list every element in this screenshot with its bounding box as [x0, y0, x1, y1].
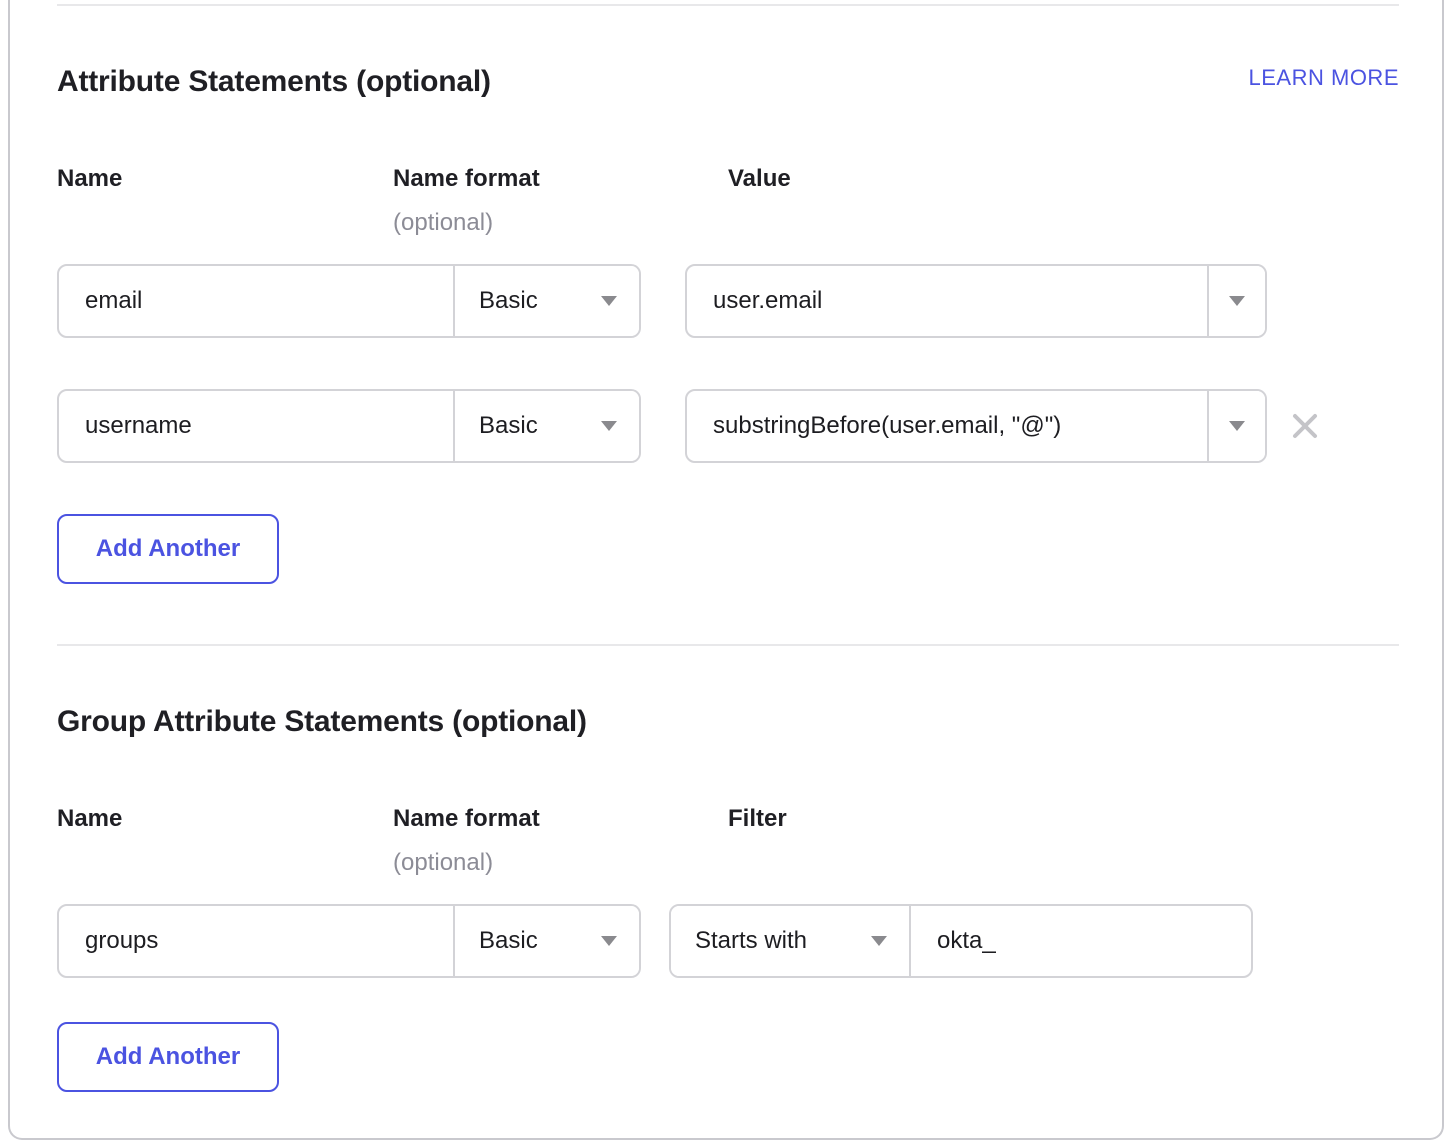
chevron-down-icon	[601, 296, 617, 306]
name-format-select[interactable]: Basic	[455, 906, 639, 976]
column-name-label: Name	[57, 804, 393, 834]
attribute-columns: Name Name format Value (optional)	[57, 164, 1399, 238]
chevron-down-icon	[1229, 421, 1245, 431]
attribute-statements-header: Attribute Statements (optional) LEARN MO…	[57, 62, 1399, 102]
group-filter-group: Starts with	[669, 904, 1253, 978]
filter-type-select[interactable]: Starts with	[671, 906, 911, 976]
group-attribute-columns: Name Name format Filter (optional)	[57, 804, 1399, 878]
value-expression-dropdown[interactable]	[1209, 391, 1265, 461]
column-filter-label: Filter	[728, 804, 1399, 834]
close-icon	[1290, 411, 1320, 441]
attribute-row: Basic	[57, 264, 1399, 338]
value-expression-dropdown[interactable]	[1209, 266, 1265, 336]
name-format-selected-value: Basic	[479, 287, 538, 315]
chevron-down-icon	[601, 936, 617, 946]
name-format-optional-note: (optional)	[393, 848, 728, 878]
column-name-label: Name	[57, 164, 393, 194]
group-name-group: Basic	[57, 904, 641, 978]
group-attribute-row: Basic Starts with	[57, 904, 1399, 978]
name-format-selected-value: Basic	[479, 412, 538, 440]
name-format-selected-value: Basic	[479, 927, 538, 955]
name-format-optional-note: (optional)	[393, 208, 728, 238]
column-name-format-label: Name format	[393, 164, 728, 194]
saml-settings-card: Attribute Statements (optional) LEARN MO…	[8, 0, 1444, 1140]
attribute-name-input[interactable]	[59, 391, 455, 461]
section-divider-top	[57, 4, 1399, 6]
section-divider-middle	[57, 644, 1399, 646]
add-another-attribute-button[interactable]: Add Another	[57, 514, 279, 584]
attribute-row: Basic	[57, 389, 1399, 463]
attribute-value-group	[685, 389, 1267, 463]
group-attribute-statements-header: Group Attribute Statements (optional)	[57, 702, 1399, 742]
settings-page: Attribute Statements (optional) LEARN MO…	[0, 0, 1454, 1146]
add-another-group-attribute-button[interactable]: Add Another	[57, 1022, 279, 1092]
chevron-down-icon	[1229, 296, 1245, 306]
attribute-value-input[interactable]	[687, 266, 1209, 336]
column-name-format-label: Name format	[393, 804, 728, 834]
chevron-down-icon	[601, 421, 617, 431]
filter-type-selected-value: Starts with	[695, 927, 807, 955]
attribute-name-group: Basic	[57, 264, 641, 338]
name-format-select[interactable]: Basic	[455, 266, 639, 336]
attribute-name-group: Basic	[57, 389, 641, 463]
group-name-input[interactable]	[59, 906, 455, 976]
attribute-value-group	[685, 264, 1267, 338]
column-value-label: Value	[728, 164, 1399, 194]
name-format-select[interactable]: Basic	[455, 391, 639, 461]
attribute-statements-title: Attribute Statements (optional)	[57, 62, 491, 102]
group-attribute-statements-title: Group Attribute Statements (optional)	[57, 702, 587, 742]
attribute-name-input[interactable]	[59, 266, 455, 336]
learn-more-link[interactable]: LEARN MORE	[1249, 64, 1399, 92]
remove-row-button[interactable]	[1287, 408, 1323, 444]
chevron-down-icon	[871, 936, 887, 946]
attribute-value-input[interactable]	[687, 391, 1209, 461]
filter-value-input[interactable]	[911, 906, 1251, 976]
